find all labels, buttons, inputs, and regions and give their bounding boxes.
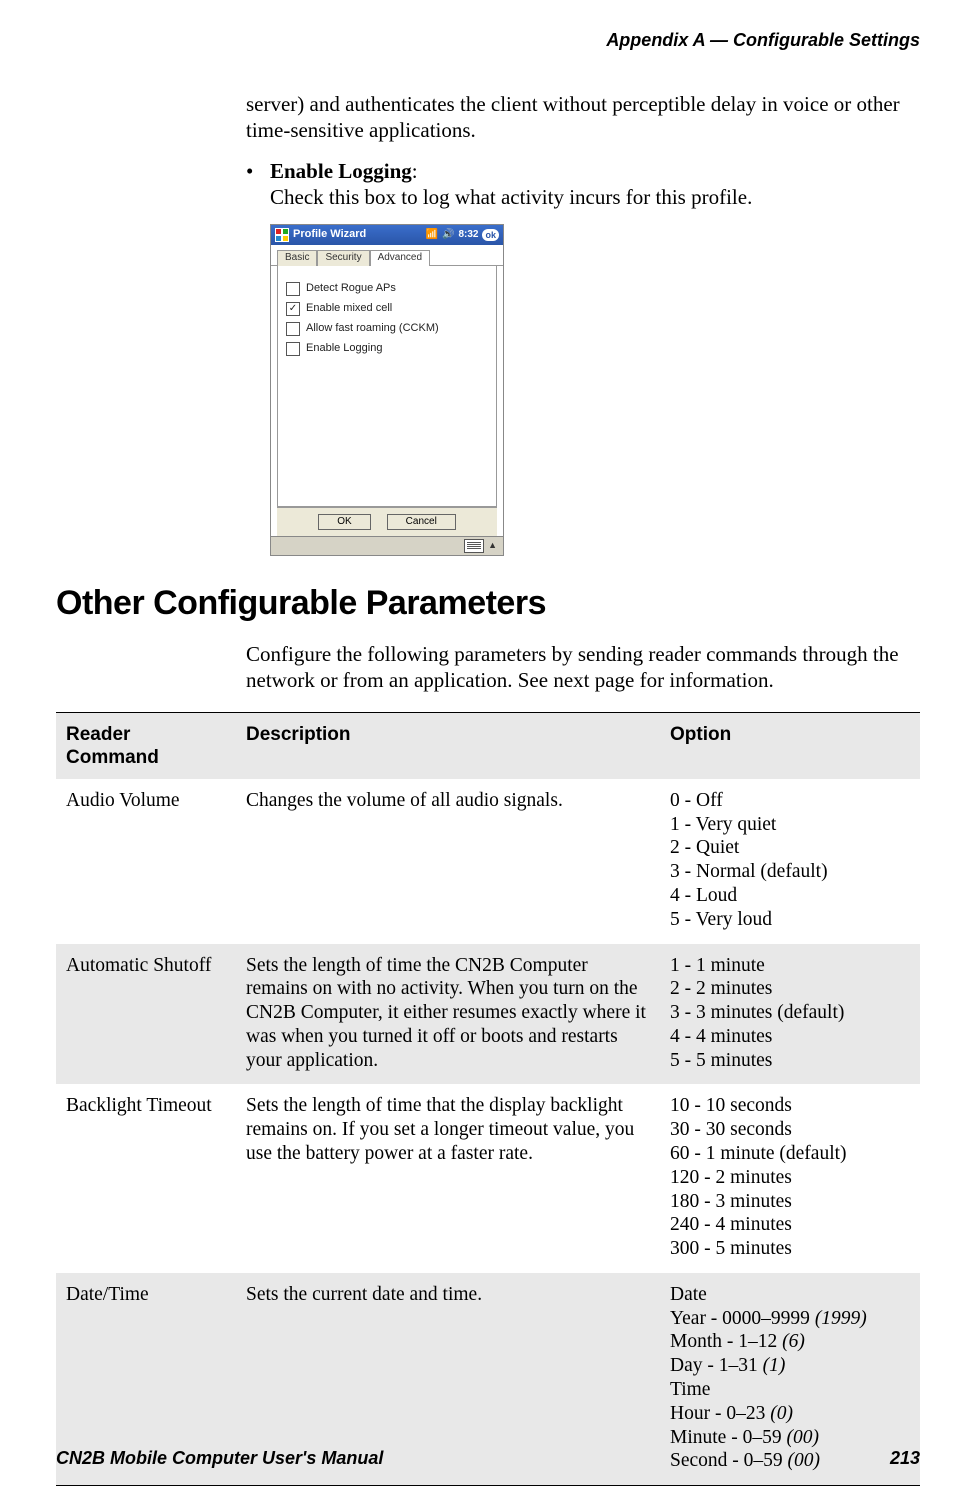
cell-opt: 0 - Off 1 - Very quiet 2 - Quiet 3 - Nor… [660, 779, 920, 944]
table-header-row: Reader Command Description Option [56, 712, 920, 779]
profile-wizard-screenshot: Profile Wizard 📶 🔊 8:32 ok Basic Securit… [270, 224, 504, 556]
col-description: Description [236, 712, 660, 779]
section-heading: Other Configurable Parameters [56, 584, 920, 623]
bullet-label: Enable Logging [270, 159, 412, 183]
check-label: Detect Rogue APs [306, 282, 396, 296]
check-enable-mixed-cell[interactable]: ✓ Enable mixed cell [286, 302, 488, 316]
cell-desc: Sets the length of time the CN2B Compute… [236, 944, 660, 1085]
sip-arrow-icon[interactable]: ▲ [488, 540, 497, 551]
tab-security[interactable]: Security [317, 250, 369, 266]
check-allow-cckm[interactable]: Allow fast roaming (CCKM) [286, 322, 488, 336]
ok-softkey[interactable]: ok [482, 229, 499, 241]
checkbox-icon[interactable] [286, 322, 300, 336]
parameters-table: Reader Command Description Option Audio … [56, 712, 920, 1487]
table-row: Backlight Timeout Sets the length of tim… [56, 1084, 920, 1272]
check-enable-logging[interactable]: Enable Logging [286, 342, 488, 356]
window-title: Profile Wizard [293, 228, 422, 242]
speaker-icon: 🔊 [442, 229, 454, 242]
col-reader-command: Reader Command [56, 712, 236, 779]
page-footer: CN2B Mobile Computer User's Manual 213 [56, 1448, 920, 1469]
tab-advanced[interactable]: Advanced [370, 250, 430, 266]
footer-title: CN2B Mobile Computer User's Manual [56, 1448, 383, 1469]
bullet-colon: : [412, 159, 418, 183]
ok-button[interactable]: OK [318, 514, 370, 531]
signal-icon: 📶 [426, 229, 438, 242]
windows-start-icon[interactable] [275, 228, 289, 242]
check-label: Enable Logging [306, 342, 382, 356]
running-head: Appendix A — Configurable Settings [56, 30, 920, 51]
checkbox-icon[interactable]: ✓ [286, 302, 300, 316]
advanced-pane: Detect Rogue APs ✓ Enable mixed cell All… [277, 266, 497, 507]
tab-basic[interactable]: Basic [277, 250, 317, 266]
keyboard-icon[interactable] [464, 539, 484, 553]
cell-desc: Changes the volume of all audio signals. [236, 779, 660, 944]
check-detect-rogue[interactable]: Detect Rogue APs [286, 282, 488, 296]
bullet-text: Check this box to log what activity incu… [270, 185, 752, 209]
page-number: 213 [890, 1448, 920, 1469]
cancel-button[interactable]: Cancel [387, 514, 456, 531]
table-row: Audio Volume Changes the volume of all a… [56, 779, 920, 944]
sip-bar: ▲ [271, 536, 503, 555]
checkbox-icon[interactable] [286, 342, 300, 356]
dialog-button-bar: OK Cancel [277, 507, 497, 537]
table-row: Automatic Shutoff Sets the length of tim… [56, 944, 920, 1085]
cell-desc: Sets the length of time that the display… [236, 1084, 660, 1272]
section-intro: Configure the following parameters by se… [246, 641, 900, 694]
col-option: Option [660, 712, 920, 779]
titlebar: Profile Wizard 📶 🔊 8:32 ok [271, 225, 503, 245]
check-label: Enable mixed cell [306, 302, 392, 316]
tab-bar: Basic Security Advanced [271, 245, 503, 266]
cell-cmd: Automatic Shutoff [56, 944, 236, 1085]
bullet-enable-logging: Enable Logging: Check this box to log wh… [246, 158, 900, 211]
clock: 8:32 [458, 229, 478, 242]
checkbox-icon[interactable] [286, 282, 300, 296]
intro-paragraph: server) and authenticates the client wit… [246, 91, 900, 144]
cell-cmd: Backlight Timeout [56, 1084, 236, 1272]
cell-opt: 1 - 1 minute 2 - 2 minutes 3 - 3 minutes… [660, 944, 920, 1085]
cell-cmd: Audio Volume [56, 779, 236, 944]
check-label: Allow fast roaming (CCKM) [306, 322, 439, 336]
cell-opt: 10 - 10 seconds 30 - 30 seconds 60 - 1 m… [660, 1084, 920, 1272]
